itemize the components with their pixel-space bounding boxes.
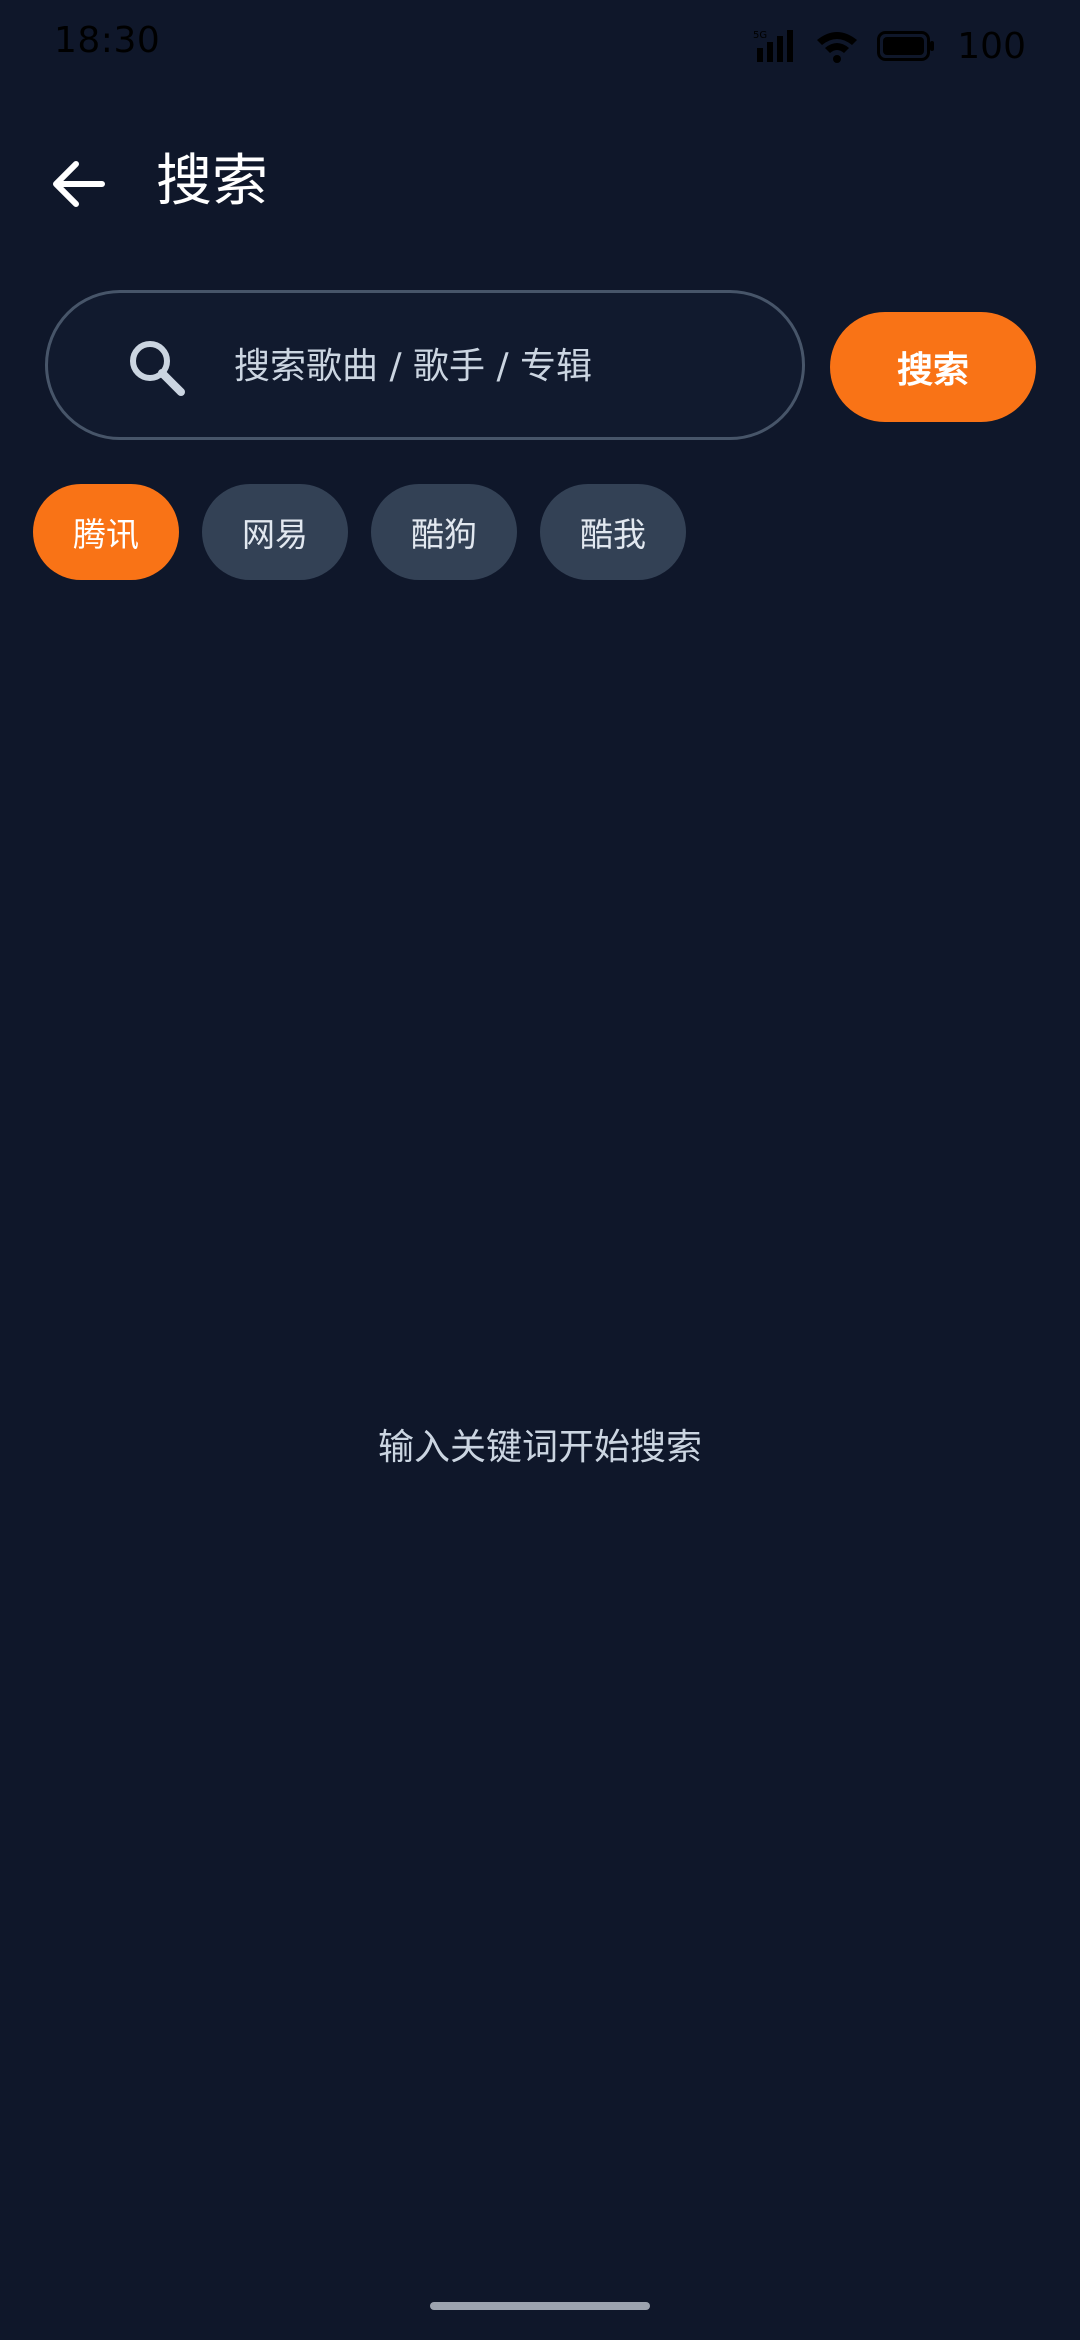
search-icon [126,337,188,399]
search-input[interactable] [188,323,824,409]
arrow-left-icon [50,159,106,213]
search-box[interactable] [45,290,824,440]
header: 搜索 [0,120,1080,240]
signal-5g-icon: 5G [753,28,797,64]
back-button[interactable] [38,146,118,226]
svg-text:5G: 5G [753,30,767,41]
source-tab-kugou[interactable]: 酷狗 [371,484,517,580]
source-tab-netease[interactable]: 网易 [202,484,348,580]
home-indicator[interactable] [430,2302,650,2310]
battery-level: 100 [957,25,1026,67]
status-time: 18:30 [54,20,161,61]
empty-state-message: 输入关键词开始搜索 [377,1427,702,1468]
source-tab-kuwo[interactable]: 酷我 [540,484,686,580]
page-title: 搜索 [156,149,268,214]
search-button[interactable]: 搜索 [830,312,1036,422]
wifi-icon [815,28,859,64]
status-icons: 5G 100 [753,24,1026,68]
source-tabs: 腾讯 网易 酷狗 酷我 [33,484,686,580]
battery-icon [877,29,935,63]
source-tab-tencent[interactable]: 腾讯 [33,484,179,580]
status-bar: 18:30 5G 100 [0,0,1080,92]
